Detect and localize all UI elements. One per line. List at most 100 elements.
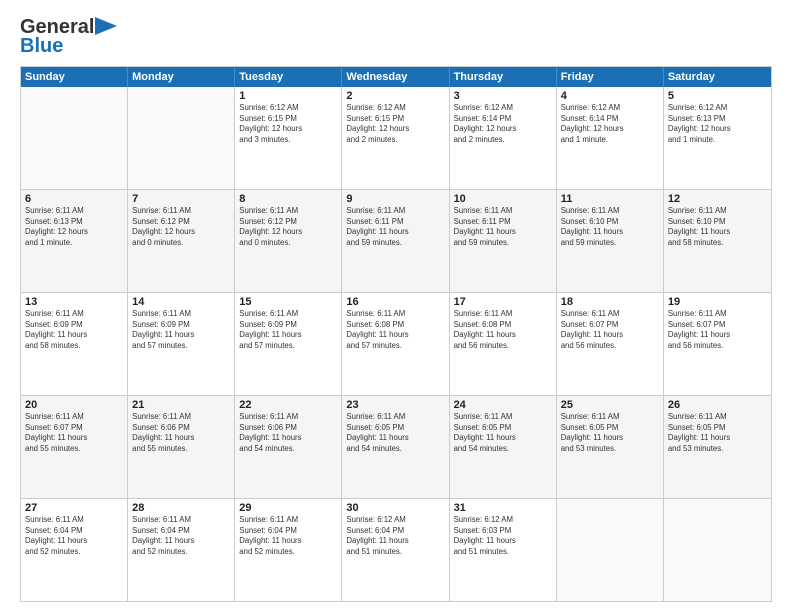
day-info: Sunrise: 6:11 AM Sunset: 6:13 PM Dayligh… [25,206,123,248]
day-cell-19: 19Sunrise: 6:11 AM Sunset: 6:07 PM Dayli… [664,293,771,395]
day-info: Sunrise: 6:11 AM Sunset: 6:07 PM Dayligh… [25,412,123,454]
day-number: 25 [561,399,659,411]
day-number: 12 [668,193,767,205]
header-day-friday: Friday [557,67,664,87]
day-number: 8 [239,193,337,205]
header-day-monday: Monday [128,67,235,87]
header-day-wednesday: Wednesday [342,67,449,87]
logo-arrow-icon [95,17,117,35]
header: General Blue [20,16,772,58]
day-info: Sunrise: 6:11 AM Sunset: 6:12 PM Dayligh… [239,206,337,248]
day-info: Sunrise: 6:11 AM Sunset: 6:09 PM Dayligh… [239,309,337,351]
day-info: Sunrise: 6:12 AM Sunset: 6:14 PM Dayligh… [454,103,552,145]
day-cell-5: 5Sunrise: 6:12 AM Sunset: 6:13 PM Daylig… [664,87,771,189]
day-number: 19 [668,296,767,308]
day-number: 7 [132,193,230,205]
day-number: 30 [346,502,444,514]
header-day-tuesday: Tuesday [235,67,342,87]
day-number: 4 [561,90,659,102]
day-cell-18: 18Sunrise: 6:11 AM Sunset: 6:07 PM Dayli… [557,293,664,395]
empty-cell [664,499,771,601]
day-number: 6 [25,193,123,205]
day-number: 2 [346,90,444,102]
day-number: 20 [25,399,123,411]
day-number: 24 [454,399,552,411]
logo-blue: Blue [20,35,63,58]
day-cell-26: 26Sunrise: 6:11 AM Sunset: 6:05 PM Dayli… [664,396,771,498]
day-cell-14: 14Sunrise: 6:11 AM Sunset: 6:09 PM Dayli… [128,293,235,395]
day-info: Sunrise: 6:12 AM Sunset: 6:14 PM Dayligh… [561,103,659,145]
day-cell-3: 3Sunrise: 6:12 AM Sunset: 6:14 PM Daylig… [450,87,557,189]
day-cell-8: 8Sunrise: 6:11 AM Sunset: 6:12 PM Daylig… [235,190,342,292]
day-cell-11: 11Sunrise: 6:11 AM Sunset: 6:10 PM Dayli… [557,190,664,292]
day-info: Sunrise: 6:12 AM Sunset: 6:13 PM Dayligh… [668,103,767,145]
week-row-3: 13Sunrise: 6:11 AM Sunset: 6:09 PM Dayli… [21,292,771,395]
day-info: Sunrise: 6:12 AM Sunset: 6:03 PM Dayligh… [454,515,552,557]
week-row-2: 6Sunrise: 6:11 AM Sunset: 6:13 PM Daylig… [21,189,771,292]
day-info: Sunrise: 6:11 AM Sunset: 6:06 PM Dayligh… [239,412,337,454]
calendar: SundayMondayTuesdayWednesdayThursdayFrid… [20,66,772,602]
day-info: Sunrise: 6:11 AM Sunset: 6:05 PM Dayligh… [561,412,659,454]
day-info: Sunrise: 6:11 AM Sunset: 6:10 PM Dayligh… [668,206,767,248]
day-cell-29: 29Sunrise: 6:11 AM Sunset: 6:04 PM Dayli… [235,499,342,601]
day-number: 14 [132,296,230,308]
day-number: 29 [239,502,337,514]
week-row-4: 20Sunrise: 6:11 AM Sunset: 6:07 PM Dayli… [21,395,771,498]
day-cell-13: 13Sunrise: 6:11 AM Sunset: 6:09 PM Dayli… [21,293,128,395]
day-cell-24: 24Sunrise: 6:11 AM Sunset: 6:05 PM Dayli… [450,396,557,498]
day-info: Sunrise: 6:11 AM Sunset: 6:05 PM Dayligh… [668,412,767,454]
page: General Blue SundayMondayTuesdayWednesda… [0,0,792,612]
day-info: Sunrise: 6:11 AM Sunset: 6:11 PM Dayligh… [346,206,444,248]
day-cell-12: 12Sunrise: 6:11 AM Sunset: 6:10 PM Dayli… [664,190,771,292]
day-cell-23: 23Sunrise: 6:11 AM Sunset: 6:05 PM Dayli… [342,396,449,498]
day-info: Sunrise: 6:11 AM Sunset: 6:07 PM Dayligh… [561,309,659,351]
day-number: 26 [668,399,767,411]
empty-cell [557,499,664,601]
day-number: 28 [132,502,230,514]
day-cell-31: 31Sunrise: 6:12 AM Sunset: 6:03 PM Dayli… [450,499,557,601]
day-info: Sunrise: 6:11 AM Sunset: 6:09 PM Dayligh… [132,309,230,351]
empty-cell [128,87,235,189]
empty-cell [21,87,128,189]
day-cell-16: 16Sunrise: 6:11 AM Sunset: 6:08 PM Dayli… [342,293,449,395]
day-number: 1 [239,90,337,102]
day-number: 16 [346,296,444,308]
day-number: 11 [561,193,659,205]
day-number: 5 [668,90,767,102]
day-cell-15: 15Sunrise: 6:11 AM Sunset: 6:09 PM Dayli… [235,293,342,395]
day-number: 15 [239,296,337,308]
calendar-body: 1Sunrise: 6:12 AM Sunset: 6:15 PM Daylig… [21,87,771,601]
day-cell-10: 10Sunrise: 6:11 AM Sunset: 6:11 PM Dayli… [450,190,557,292]
day-info: Sunrise: 6:11 AM Sunset: 6:09 PM Dayligh… [25,309,123,351]
day-info: Sunrise: 6:11 AM Sunset: 6:04 PM Dayligh… [25,515,123,557]
calendar-header: SundayMondayTuesdayWednesdayThursdayFrid… [21,67,771,87]
header-day-thursday: Thursday [450,67,557,87]
day-info: Sunrise: 6:12 AM Sunset: 6:15 PM Dayligh… [346,103,444,145]
day-info: Sunrise: 6:11 AM Sunset: 6:08 PM Dayligh… [346,309,444,351]
day-info: Sunrise: 6:12 AM Sunset: 6:04 PM Dayligh… [346,515,444,557]
day-info: Sunrise: 6:11 AM Sunset: 6:05 PM Dayligh… [346,412,444,454]
day-cell-1: 1Sunrise: 6:12 AM Sunset: 6:15 PM Daylig… [235,87,342,189]
day-cell-7: 7Sunrise: 6:11 AM Sunset: 6:12 PM Daylig… [128,190,235,292]
day-cell-25: 25Sunrise: 6:11 AM Sunset: 6:05 PM Dayli… [557,396,664,498]
day-number: 27 [25,502,123,514]
day-number: 3 [454,90,552,102]
day-number: 22 [239,399,337,411]
day-info: Sunrise: 6:11 AM Sunset: 6:12 PM Dayligh… [132,206,230,248]
day-cell-22: 22Sunrise: 6:11 AM Sunset: 6:06 PM Dayli… [235,396,342,498]
week-row-1: 1Sunrise: 6:12 AM Sunset: 6:15 PM Daylig… [21,87,771,189]
day-info: Sunrise: 6:12 AM Sunset: 6:15 PM Dayligh… [239,103,337,145]
day-info: Sunrise: 6:11 AM Sunset: 6:05 PM Dayligh… [454,412,552,454]
day-info: Sunrise: 6:11 AM Sunset: 6:07 PM Dayligh… [668,309,767,351]
day-number: 13 [25,296,123,308]
day-number: 17 [454,296,552,308]
day-info: Sunrise: 6:11 AM Sunset: 6:11 PM Dayligh… [454,206,552,248]
day-cell-30: 30Sunrise: 6:12 AM Sunset: 6:04 PM Dayli… [342,499,449,601]
day-number: 9 [346,193,444,205]
day-number: 31 [454,502,552,514]
day-cell-28: 28Sunrise: 6:11 AM Sunset: 6:04 PM Dayli… [128,499,235,601]
day-cell-21: 21Sunrise: 6:11 AM Sunset: 6:06 PM Dayli… [128,396,235,498]
day-cell-20: 20Sunrise: 6:11 AM Sunset: 6:07 PM Dayli… [21,396,128,498]
header-day-sunday: Sunday [21,67,128,87]
day-cell-6: 6Sunrise: 6:11 AM Sunset: 6:13 PM Daylig… [21,190,128,292]
